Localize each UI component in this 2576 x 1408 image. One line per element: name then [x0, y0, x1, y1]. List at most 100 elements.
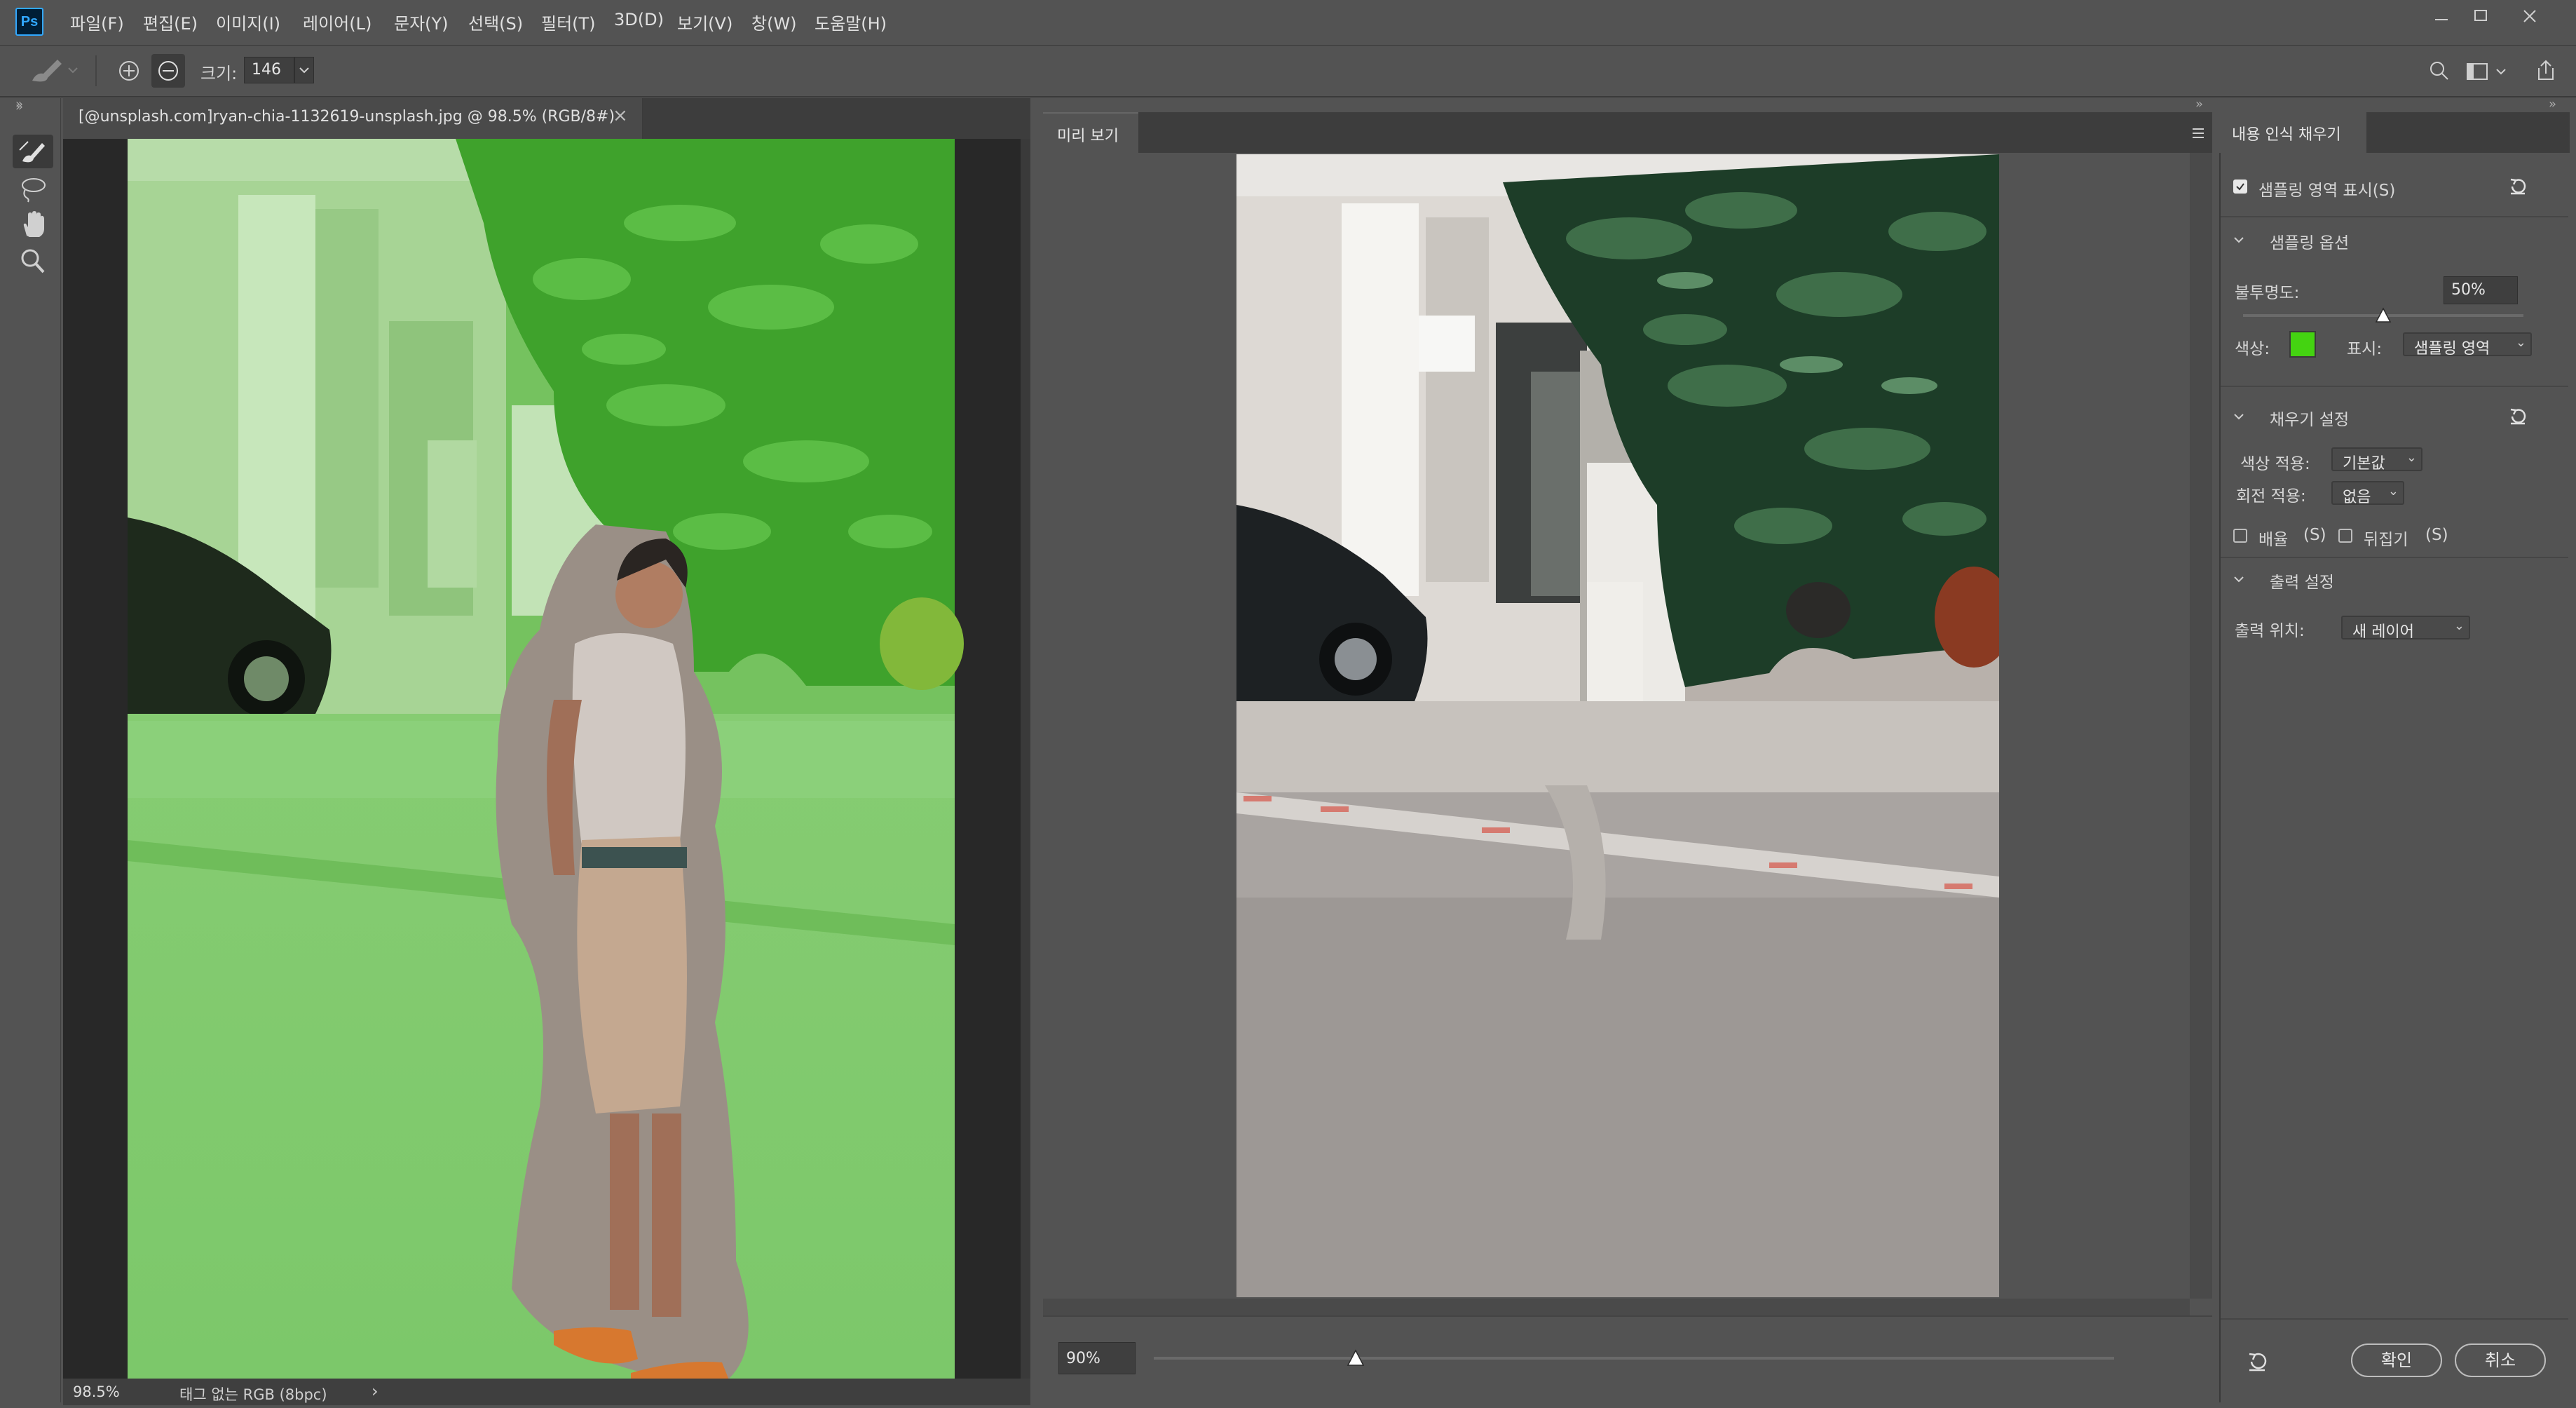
size-dropdown[interactable] — [294, 57, 314, 83]
hand-icon[interactable] — [13, 208, 53, 241]
options-bar: 크기: 146 — [0, 46, 2576, 97]
workspace-icon[interactable] — [2463, 57, 2512, 85]
preview-zoom-slider-thumb[interactable] — [1346, 1348, 1365, 1368]
preview-vertical-scrollbar[interactable] — [2190, 153, 2212, 1299]
right-panel-collapse-icon[interactable]: » — [2549, 97, 2556, 111]
menu-select[interactable]: 선택(S) — [468, 10, 523, 34]
document-vertical-scrollbar[interactable] — [1021, 139, 1030, 1379]
menu-edit[interactable]: 편집(E) — [143, 10, 198, 34]
preview-zoom-field[interactable]: 90% — [1058, 1342, 1136, 1374]
menu-bar: Ps 파일(F) 편집(E) 이미지(I) 레이어(L) 문자(Y) 선택(S)… — [0, 0, 2576, 46]
cancel-button[interactable]: 취소 — [2455, 1343, 2546, 1377]
preview-tab-bar — [1043, 112, 2212, 153]
chevron-down-icon: ⌄ — [2515, 335, 2526, 350]
preview-zoom-slider[interactable] — [1154, 1349, 2114, 1366]
document-image — [128, 139, 964, 1379]
lasso-icon[interactable] — [13, 171, 53, 205]
opacity-field[interactable]: 50% — [2444, 276, 2518, 304]
preview-horizontal-scrollbar[interactable] — [1043, 1299, 2190, 1315]
rotation-adaptation-label: 회전 적용: — [2236, 487, 2306, 506]
opacity-slider[interactable] — [2243, 307, 2523, 323]
mirror-checkbox[interactable] — [2338, 529, 2352, 543]
document-close-icon[interactable]: × — [613, 105, 628, 126]
mirror-label: 뒤집기 — [2364, 531, 2408, 549]
menu-filter[interactable]: 필터(T) — [541, 10, 596, 34]
output-settings-title[interactable]: 출력 설정 — [2270, 569, 2334, 593]
preview-collapse-icon[interactable]: » — [2195, 97, 2203, 111]
menu-help[interactable]: 도움말(H) — [815, 10, 887, 34]
color-adaptation-value: 기본값 — [2343, 455, 2385, 473]
add-brush-icon[interactable] — [115, 57, 143, 85]
color-adaptation-label: 색상 적용: — [2240, 455, 2310, 473]
document-zoom-value[interactable]: 98.5% — [73, 1383, 120, 1400]
document-tab-title: [@unsplash.com]ryan-chia-1132619-unsplas… — [79, 108, 615, 126]
document-canvas[interactable] — [63, 139, 1030, 1379]
document-tab[interactable]: [@unsplash.com]ryan-chia-1132619-unsplas… — [63, 98, 643, 139]
maximize-icon[interactable] — [2462, 4, 2500, 29]
status-menu-arrow[interactable]: › — [372, 1381, 379, 1401]
close-icon[interactable] — [2511, 4, 2549, 29]
mirror-shortcut: (S) — [2425, 526, 2448, 544]
sampling-color-swatch[interactable] — [2289, 331, 2316, 358]
opacity-label: 불투명도: — [2235, 284, 2300, 302]
menu-file[interactable]: 파일(F) — [70, 10, 124, 34]
tab-content-aware-fill[interactable]: 내용 인식 채우기 — [2219, 112, 2366, 153]
content-aware-fill-panel — [2219, 112, 2571, 1402]
document-color-profile: 태그 없는 RGB (8bpc) — [179, 1386, 327, 1403]
scale-shortcut: (S) — [2303, 526, 2326, 544]
brush-tool-icon[interactable] — [13, 135, 53, 168]
menu-window[interactable]: 창(W) — [751, 10, 797, 34]
rotation-adaptation-value: 없음 — [2343, 489, 2371, 506]
menu-3d[interactable]: 3D(D) — [614, 10, 664, 29]
preview-zoom-bar: 90% — [1043, 1315, 2212, 1404]
output-to-value: 새 레이어 — [2352, 623, 2414, 641]
zoom-icon[interactable] — [13, 244, 53, 278]
chevron-down-icon: ⌄ — [2453, 618, 2465, 633]
show-sampling-checkbox[interactable] — [2233, 180, 2247, 194]
panel-menu-icon[interactable] — [2190, 125, 2207, 142]
menu-layer[interactable]: 레이어(L) — [303, 10, 372, 34]
size-field[interactable]: 146 — [244, 57, 294, 83]
output-to-label: 출력 위치: — [2235, 622, 2305, 640]
photoshop-window: Ps 파일(F) 편집(E) 이미지(I) 레이어(L) 문자(Y) 선택(S)… — [0, 0, 2576, 1408]
show-sampling-label: 샘플링 영역 표시(S) — [2258, 182, 2396, 200]
minimize-icon[interactable] — [2422, 4, 2460, 29]
document-status-bar: 98.5% 태그 없는 RGB (8bpc) › — [63, 1379, 1030, 1405]
preview-tab-label: 미리 보기 — [1057, 128, 1119, 145]
chevron-down-icon[interactable] — [2230, 408, 2247, 425]
ps-logo-icon: Ps — [15, 8, 43, 36]
sampling-options-title[interactable]: 샘플링 옵션 — [2270, 229, 2349, 253]
color-label: 색상: — [2235, 340, 2270, 358]
search-icon[interactable] — [2425, 57, 2453, 85]
brush-tool-preset-icon[interactable] — [25, 55, 81, 86]
reset-sampling-icon[interactable] — [2505, 174, 2530, 199]
opacity-slider-thumb[interactable] — [2374, 306, 2392, 325]
chevron-down-icon[interactable] — [2230, 231, 2247, 248]
preview-image — [1236, 154, 1999, 1297]
menu-type[interactable]: 문자(Y) — [394, 10, 449, 34]
output-to-dropdown[interactable]: 새 레이어 ⌄ — [2341, 616, 2470, 641]
indicates-dropdown[interactable]: 샘플링 영역 ⌄ — [2403, 332, 2532, 358]
tools-panel: » — [6, 98, 61, 1402]
menu-image[interactable]: 이미지(I) — [216, 10, 280, 34]
scale-label: 배율 — [2258, 531, 2289, 549]
menu-view[interactable]: 보기(V) — [677, 10, 732, 34]
ok-button[interactable]: 확인 — [2351, 1343, 2442, 1377]
color-adaptation-dropdown[interactable]: 기본값 ⌄ — [2331, 447, 2422, 473]
indicates-label: 표시: — [2347, 340, 2383, 358]
chevron-down-icon: ⌄ — [2387, 484, 2399, 499]
content-aware-fill-tab-label: 내용 인식 채우기 — [2232, 126, 2341, 144]
indicates-value: 샘플링 영역 — [2414, 340, 2490, 358]
reset-fill-settings-icon[interactable] — [2505, 404, 2530, 429]
rotation-adaptation-dropdown[interactable]: 없음 ⌄ — [2331, 481, 2404, 506]
scale-checkbox[interactable] — [2233, 529, 2247, 543]
preview-canvas[interactable] — [1043, 153, 2190, 1299]
tab-preview[interactable]: 미리 보기 — [1043, 112, 1138, 154]
share-icon[interactable] — [2530, 55, 2561, 86]
size-label: 크기: — [200, 64, 238, 83]
reset-all-icon[interactable] — [2243, 1348, 2271, 1376]
expand-panels-icon[interactable]: » — [15, 97, 23, 111]
subtract-brush-icon[interactable] — [151, 54, 185, 88]
fill-settings-title[interactable]: 채우기 설정 — [2270, 406, 2349, 430]
chevron-down-icon[interactable] — [2230, 571, 2247, 588]
